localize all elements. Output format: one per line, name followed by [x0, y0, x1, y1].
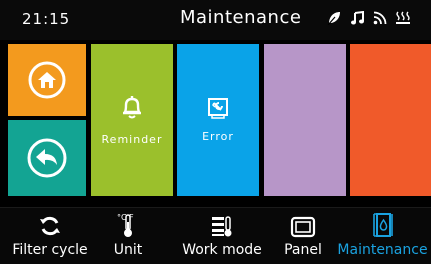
nav-panel[interactable]: Panel — [272, 208, 334, 264]
blank-tile-purple[interactable] — [264, 44, 346, 196]
leaf-icon — [326, 9, 342, 27]
maintenance-icon — [371, 208, 395, 240]
maintenance-screen: 21:15 Maintenance Reminder Error Filter … — [0, 0, 431, 264]
bell-icon — [120, 94, 144, 124]
error-tile[interactable]: Error — [177, 44, 259, 196]
cycle-icon — [38, 208, 62, 240]
thermometer-unit-icon: °C F — [116, 208, 140, 240]
nav-work-mode[interactable]: Work mode — [172, 208, 272, 264]
header-bar: 21:15 Maintenance — [0, 0, 431, 40]
reminder-tile[interactable]: Reminder — [91, 44, 173, 196]
blank-tile-orange[interactable] — [350, 44, 431, 196]
music-note-icon — [349, 9, 365, 27]
work-mode-icon — [210, 208, 234, 240]
status-icons — [326, 9, 411, 27]
home-tile[interactable] — [8, 44, 86, 116]
bottom-nav: Filter cycle °C F Unit Work mode Panel Ma… — [0, 207, 431, 264]
panel-icon — [290, 208, 316, 240]
wifi-icon — [372, 9, 388, 27]
nav-filter-cycle[interactable]: Filter cycle — [0, 208, 100, 264]
home-icon — [28, 61, 66, 103]
nav-label: Unit — [113, 242, 143, 258]
heating-icon — [395, 9, 411, 27]
back-tile[interactable] — [8, 120, 86, 196]
page-title: Maintenance — [180, 7, 302, 28]
reminder-label: Reminder — [101, 133, 163, 146]
error-label: Error — [202, 130, 234, 143]
back-arrow-icon — [27, 138, 67, 182]
clock: 21:15 — [22, 10, 71, 28]
nav-label: Maintenance — [337, 242, 428, 258]
nav-label: Filter cycle — [12, 242, 88, 258]
nav-label: Work mode — [182, 242, 262, 258]
nav-label: Panel — [284, 242, 322, 258]
nav-unit[interactable]: °C F Unit — [98, 208, 158, 264]
nav-maintenance[interactable]: Maintenance — [334, 208, 431, 264]
wrench-screen-icon — [207, 97, 229, 123]
